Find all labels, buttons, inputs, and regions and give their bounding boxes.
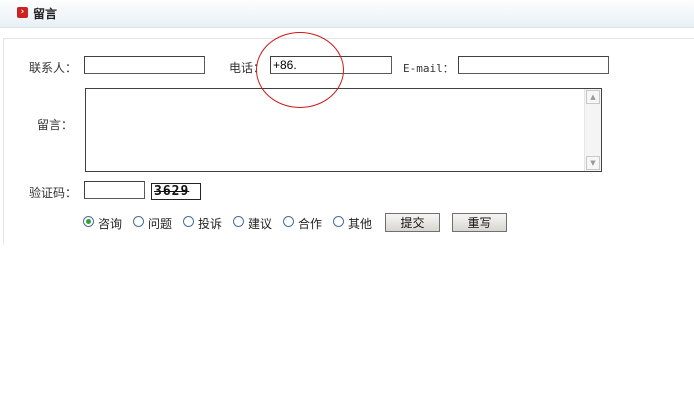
phone-label: 电话： (229, 61, 266, 75)
header-bar: › 留言 (0, 0, 694, 28)
message-scrollbar[interactable]: ▲ ▼ (584, 89, 601, 171)
submit-button[interactable]: 提交 (385, 213, 440, 232)
radio-label: 建议 (248, 217, 273, 231)
reset-button[interactable]: 重写 (452, 213, 507, 232)
radio-button[interactable] (233, 216, 244, 227)
radio-button[interactable] (183, 216, 194, 227)
radio-label: 其他 (348, 217, 373, 231)
contact-label: 联系人： (29, 61, 78, 75)
contact-input[interactable] (84, 56, 205, 74)
radio-label: 问题 (148, 217, 173, 231)
captcha-image[interactable]: 3629 (151, 183, 201, 200)
captcha-label: 验证码： (29, 186, 78, 200)
chevron-right-icon: › (17, 7, 28, 18)
scroll-up-icon[interactable]: ▲ (586, 90, 600, 104)
radio-button-checked[interactable] (83, 216, 94, 227)
email-input[interactable] (458, 56, 609, 74)
page-title: 留言 (33, 7, 58, 21)
radio-button[interactable] (333, 216, 344, 227)
phone-input[interactable] (270, 56, 392, 74)
radio-button[interactable] (283, 216, 294, 227)
captcha-input[interactable] (84, 181, 145, 199)
radio-label: 咨询 (98, 217, 123, 231)
scroll-down-icon[interactable]: ▼ (586, 156, 600, 170)
message-label: 留言： (37, 118, 74, 132)
email-label: E-mail： (403, 62, 454, 75)
radio-button[interactable] (133, 216, 144, 227)
message-textarea[interactable]: ▲ ▼ (85, 88, 602, 172)
radio-label: 合作 (298, 217, 323, 231)
radio-label: 投诉 (198, 217, 223, 231)
